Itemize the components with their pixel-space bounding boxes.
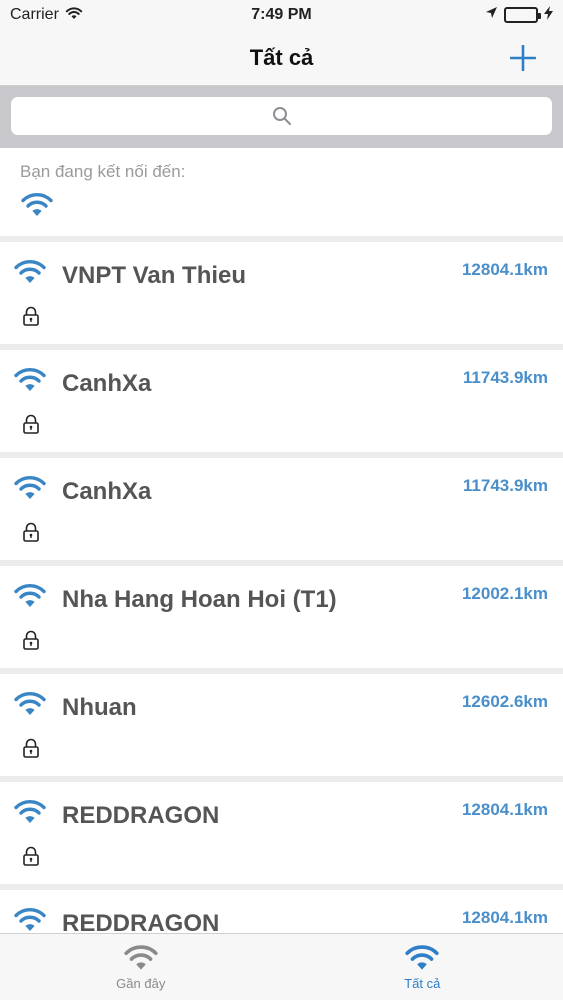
navigation-bar: Tất cả <box>0 30 563 86</box>
wifi-icon <box>13 367 47 398</box>
network-distance: 12804.1km <box>461 908 548 927</box>
network-name: CanhXa <box>62 370 152 397</box>
page-title: Tất cả <box>249 44 314 70</box>
lock-icon <box>22 738 40 763</box>
network-name: CanhXa <box>62 478 152 505</box>
wifi-icon <box>13 583 47 614</box>
network-name: VNPT Van Thieu <box>62 262 247 289</box>
search-bar <box>0 86 563 148</box>
search-icon <box>272 107 291 125</box>
network-distance: 12002.1km <box>461 584 548 603</box>
tab-all-label: Tất cả <box>404 975 441 991</box>
tab-recent-label: Gần đây <box>116 975 166 991</box>
lock-icon <box>22 846 40 871</box>
wifi-icon <box>13 259 47 290</box>
wifi-icon <box>405 944 439 970</box>
tab-bar: Gần đây Tất cả <box>0 933 563 1000</box>
wifi-icon <box>13 475 47 506</box>
location-arrow-icon <box>485 6 498 24</box>
network-distance: 12804.1km <box>461 800 548 819</box>
network-name: REDDRAGON <box>62 802 220 829</box>
network-row[interactable]: VNPT Van Thieu 12804.1km <box>0 242 563 344</box>
network-distance: 12804.1km <box>461 260 548 279</box>
carrier-label: Carrier <box>10 6 59 23</box>
network-row[interactable]: Nhuan 12602.6km <box>0 674 563 776</box>
network-row[interactable]: REDDRAGON 12804.1km <box>0 782 563 884</box>
wifi-icon <box>124 944 158 970</box>
status-right <box>485 5 553 25</box>
status-time: 7:49 PM <box>251 6 312 23</box>
wifi-signal-icon <box>65 6 83 25</box>
network-list: VNPT Van Thieu 12804.1km CanhXa 11743.9km Ca… <box>0 236 563 992</box>
network-row[interactable]: CanhXa 11743.9km <box>0 350 563 452</box>
status-bar: Carrier 7:49 PM <box>0 0 563 30</box>
network-distance: 12602.6km <box>461 692 548 711</box>
network-distance: 11743.9km <box>462 368 548 387</box>
wifi-icon <box>13 691 47 722</box>
connected-section: Bạn đang kết nối đến: <box>0 148 563 236</box>
battery-icon <box>504 7 541 23</box>
connected-label: Bạn đang kết nối đến: <box>20 162 186 181</box>
network-row[interactable]: CanhXa 11743.9km <box>0 458 563 560</box>
search-input[interactable] <box>11 97 552 135</box>
network-distance: 11743.9km <box>462 476 548 495</box>
tab-recent[interactable]: Gần đây <box>0 934 282 1000</box>
wifi-icon <box>13 799 47 830</box>
lock-icon <box>22 522 40 547</box>
charging-bolt-icon <box>544 5 553 25</box>
status-left: Carrier <box>10 6 83 25</box>
wifi-icon <box>20 192 543 223</box>
lock-icon <box>22 306 40 331</box>
tab-all[interactable]: Tất cả <box>282 934 563 1000</box>
network-name: Nhuan <box>62 694 137 721</box>
add-button[interactable] <box>503 38 543 78</box>
network-name: Nha Hang Hoan Hoi (T1) <box>62 586 337 613</box>
lock-icon <box>22 414 40 439</box>
network-row[interactable]: Nha Hang Hoan Hoi (T1) 12002.1km <box>0 566 563 668</box>
plus-icon <box>510 45 536 71</box>
lock-icon <box>22 630 40 655</box>
